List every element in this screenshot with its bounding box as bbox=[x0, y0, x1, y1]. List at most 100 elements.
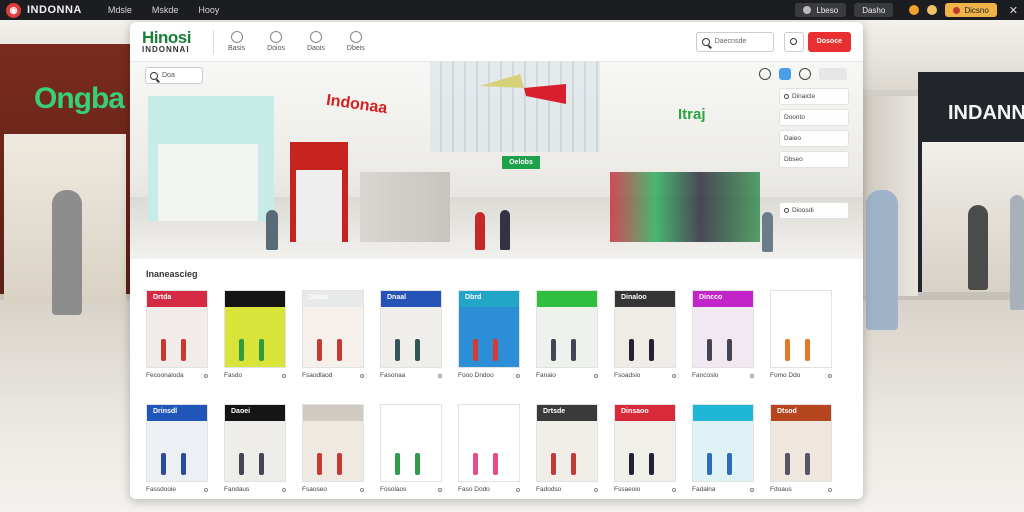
product-card[interactable]: Dinaloo Fsoadsio bbox=[614, 290, 684, 379]
more-options-icon[interactable] bbox=[438, 487, 442, 492]
product-card[interactable]: Daoei Fandaus bbox=[224, 404, 294, 493]
mannequin-figure bbox=[181, 453, 186, 475]
product-thumbnail[interactable]: Dmos bbox=[302, 290, 364, 368]
side-panel-item[interactable]: Dbseo bbox=[779, 151, 849, 168]
more-options-icon[interactable] bbox=[828, 373, 832, 378]
top-menu-item[interactable]: Mskde bbox=[152, 5, 179, 15]
window-header: Hinosi INDONNAI Basis Doios Daois Dbeis bbox=[130, 22, 863, 62]
hero-store-red bbox=[290, 142, 348, 242]
mannequin-figure bbox=[629, 453, 634, 475]
cta-button[interactable]: Dosoce bbox=[807, 31, 851, 52]
side-panel-item[interactable]: Dinaicle bbox=[779, 88, 849, 105]
brand-logo[interactable]: Hinosi INDONNAI bbox=[142, 29, 191, 54]
settings-icon[interactable] bbox=[927, 5, 938, 15]
store-icon bbox=[270, 31, 283, 43]
product-thumbnail[interactable]: Drtda bbox=[146, 290, 208, 368]
product-card[interactable]: Dmos Fsaodlaod bbox=[302, 290, 372, 379]
nav-item-home[interactable]: Basis bbox=[228, 31, 245, 52]
product-card[interactable]: Drtda Fecoonaloda bbox=[146, 290, 216, 379]
location-button[interactable] bbox=[783, 31, 804, 52]
smiley-icon[interactable] bbox=[759, 68, 771, 80]
more-options-icon[interactable] bbox=[516, 373, 520, 378]
more-options-icon[interactable] bbox=[594, 373, 598, 378]
product-thumbnail[interactable]: Dincco bbox=[692, 290, 754, 368]
more-options-icon[interactable] bbox=[438, 373, 442, 378]
thumbnail-header bbox=[381, 405, 441, 421]
nav-item-stores[interactable]: Doios bbox=[267, 31, 285, 52]
mannequin-figure bbox=[337, 339, 342, 361]
more-options-icon[interactable] bbox=[516, 487, 520, 492]
close-icon[interactable]: ✕ bbox=[1009, 4, 1018, 17]
product-card[interactable]: Drtsde Fadodso bbox=[536, 404, 606, 493]
share-icon[interactable] bbox=[779, 68, 791, 80]
product-card[interactable]: Fadalna bbox=[692, 404, 762, 493]
product-thumbnail[interactable]: Dinaloo bbox=[614, 290, 676, 368]
more-options-icon[interactable] bbox=[282, 373, 286, 378]
product-card[interactable]: Dinsaoo Fssaeoio bbox=[614, 404, 684, 493]
product-label: Fdoaus bbox=[770, 486, 792, 493]
product-card[interactable]: Fomo Ddo bbox=[770, 290, 840, 379]
app-logo-icon[interactable]: ◉ bbox=[6, 2, 21, 18]
product-thumbnail[interactable] bbox=[224, 290, 286, 368]
more-options-icon[interactable] bbox=[594, 487, 598, 492]
product-thumbnail[interactable] bbox=[536, 290, 598, 368]
product-card[interactable]: Dincco Fancoslo bbox=[692, 290, 762, 379]
product-thumbnail[interactable] bbox=[692, 404, 754, 482]
product-label: Fadodso bbox=[536, 486, 562, 493]
search-icon bbox=[784, 94, 789, 99]
product-thumbnail[interactable]: Dinsaoo bbox=[614, 404, 676, 482]
side-panel-item[interactable]: Doonto bbox=[779, 109, 849, 126]
product-thumbnail[interactable]: Drinsdl bbox=[146, 404, 208, 482]
more-options-icon[interactable] bbox=[282, 487, 286, 492]
product-card-footer: Fasdo bbox=[224, 372, 286, 379]
product-card[interactable]: Drinsdl Fassdooie bbox=[146, 404, 216, 493]
product-card[interactable]: Fasdo bbox=[224, 290, 294, 379]
more-options-icon[interactable] bbox=[750, 487, 754, 492]
hero-search-input[interactable]: Doa bbox=[145, 67, 203, 84]
section-title: Inaneascieg bbox=[146, 269, 198, 279]
nav-item-deals[interactable]: Daois bbox=[307, 31, 325, 52]
side-panel-item[interactable]: Dioosdi bbox=[779, 202, 849, 219]
product-card[interactable]: Faso Dodo bbox=[458, 404, 528, 493]
hero-search-text: Doa bbox=[162, 72, 175, 79]
product-card[interactable]: Dtsod Fdoaus bbox=[770, 404, 840, 493]
side-panel-item[interactable]: Daieo bbox=[779, 130, 849, 147]
more-button[interactable] bbox=[819, 68, 847, 80]
product-thumbnail[interactable] bbox=[302, 404, 364, 482]
product-thumbnail[interactable]: Drtsde bbox=[536, 404, 598, 482]
top-pill-button[interactable]: Dasho bbox=[854, 3, 894, 17]
product-card-footer: Fsaoseo bbox=[302, 486, 364, 493]
product-label: Fancoslo bbox=[692, 372, 719, 379]
product-thumbnail[interactable]: Dnaal bbox=[380, 290, 442, 368]
top-menu-item[interactable]: Hooy bbox=[198, 5, 219, 15]
product-thumbnail[interactable] bbox=[458, 404, 520, 482]
nav-item-events[interactable]: Dbeis bbox=[347, 31, 365, 52]
top-menu-item[interactable]: Mdsle bbox=[108, 5, 132, 15]
more-options-icon[interactable] bbox=[750, 373, 754, 378]
mannequin-figure bbox=[181, 339, 186, 361]
notification-icon[interactable] bbox=[909, 5, 920, 15]
product-thumbnail[interactable] bbox=[770, 290, 832, 368]
info-icon[interactable] bbox=[799, 68, 811, 80]
more-options-icon[interactable] bbox=[828, 487, 832, 492]
product-card[interactable]: Dbrd Fooo Dndoo bbox=[458, 290, 528, 379]
more-options-icon[interactable] bbox=[360, 487, 364, 492]
product-thumbnail[interactable] bbox=[380, 404, 442, 482]
side-item-label: Dinaicle bbox=[792, 93, 816, 100]
product-thumbnail[interactable]: Dtsod bbox=[770, 404, 832, 482]
product-card[interactable]: Fsaoseo bbox=[302, 404, 372, 493]
more-options-icon[interactable] bbox=[672, 373, 676, 378]
product-card[interactable]: Dnaal Fasonaa bbox=[380, 290, 450, 379]
product-thumbnail[interactable]: Dbrd bbox=[458, 290, 520, 368]
thumbnail-header bbox=[693, 405, 753, 421]
top-pill-button[interactable]: Lbeso bbox=[795, 3, 847, 17]
product-card[interactable]: Fosolaos bbox=[380, 404, 450, 493]
more-options-icon[interactable] bbox=[204, 487, 208, 492]
product-thumbnail[interactable]: Daoei bbox=[224, 404, 286, 482]
more-options-icon[interactable] bbox=[672, 487, 676, 492]
product-card[interactable]: Fanaio bbox=[536, 290, 606, 379]
more-options-icon[interactable] bbox=[204, 373, 208, 378]
account-button[interactable]: Dicsno bbox=[945, 3, 997, 17]
more-options-icon[interactable] bbox=[360, 373, 364, 378]
search-input[interactable]: Daecnsde bbox=[695, 31, 774, 52]
